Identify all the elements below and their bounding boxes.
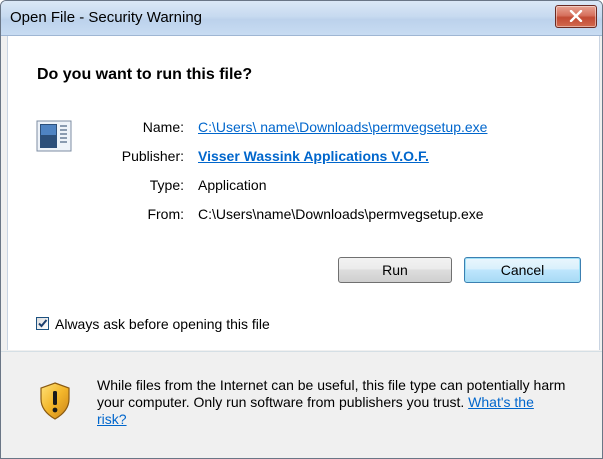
window-title: Open File - Security Warning (10, 9, 203, 26)
run-button[interactable]: Run (338, 257, 452, 283)
security-warning-dialog: Open File - Security Warning Do you want… (0, 0, 603, 459)
type-value: Application (198, 177, 267, 193)
dialog-question: Do you want to run this file? (37, 66, 253, 83)
always-ask-checkbox[interactable] (36, 317, 49, 330)
warning-message: While files from the Internet can be use… (97, 377, 567, 428)
type-label: Type: (149, 177, 184, 193)
checkmark-icon (38, 319, 48, 328)
warning-footer: While files from the Internet can be use… (1, 352, 602, 458)
cancel-button[interactable]: Cancel (464, 257, 581, 283)
close-icon (569, 10, 583, 22)
title-bar[interactable]: Open File - Security Warning (1, 1, 602, 36)
always-ask-label: Always ask before opening this file (55, 316, 270, 332)
name-label: Name: (142, 119, 184, 135)
shield-warning-icon (40, 382, 70, 420)
publisher-link[interactable]: Visser Wassink Applications V.O.F. (198, 148, 429, 164)
publisher-label: Publisher: (121, 148, 184, 164)
from-label: From: (147, 206, 184, 222)
close-button[interactable] (555, 5, 597, 28)
from-value: C:\Users\name\Downloads\permvegsetup.exe (198, 206, 484, 222)
run-button-label: Run (382, 262, 408, 278)
file-name-link[interactable]: C:\Users\ name\Downloads\permvegsetup.ex… (198, 119, 487, 135)
dialog-body: Do you want to run this file? Name: C:\U… (7, 36, 600, 350)
cancel-button-label: Cancel (500, 262, 545, 278)
